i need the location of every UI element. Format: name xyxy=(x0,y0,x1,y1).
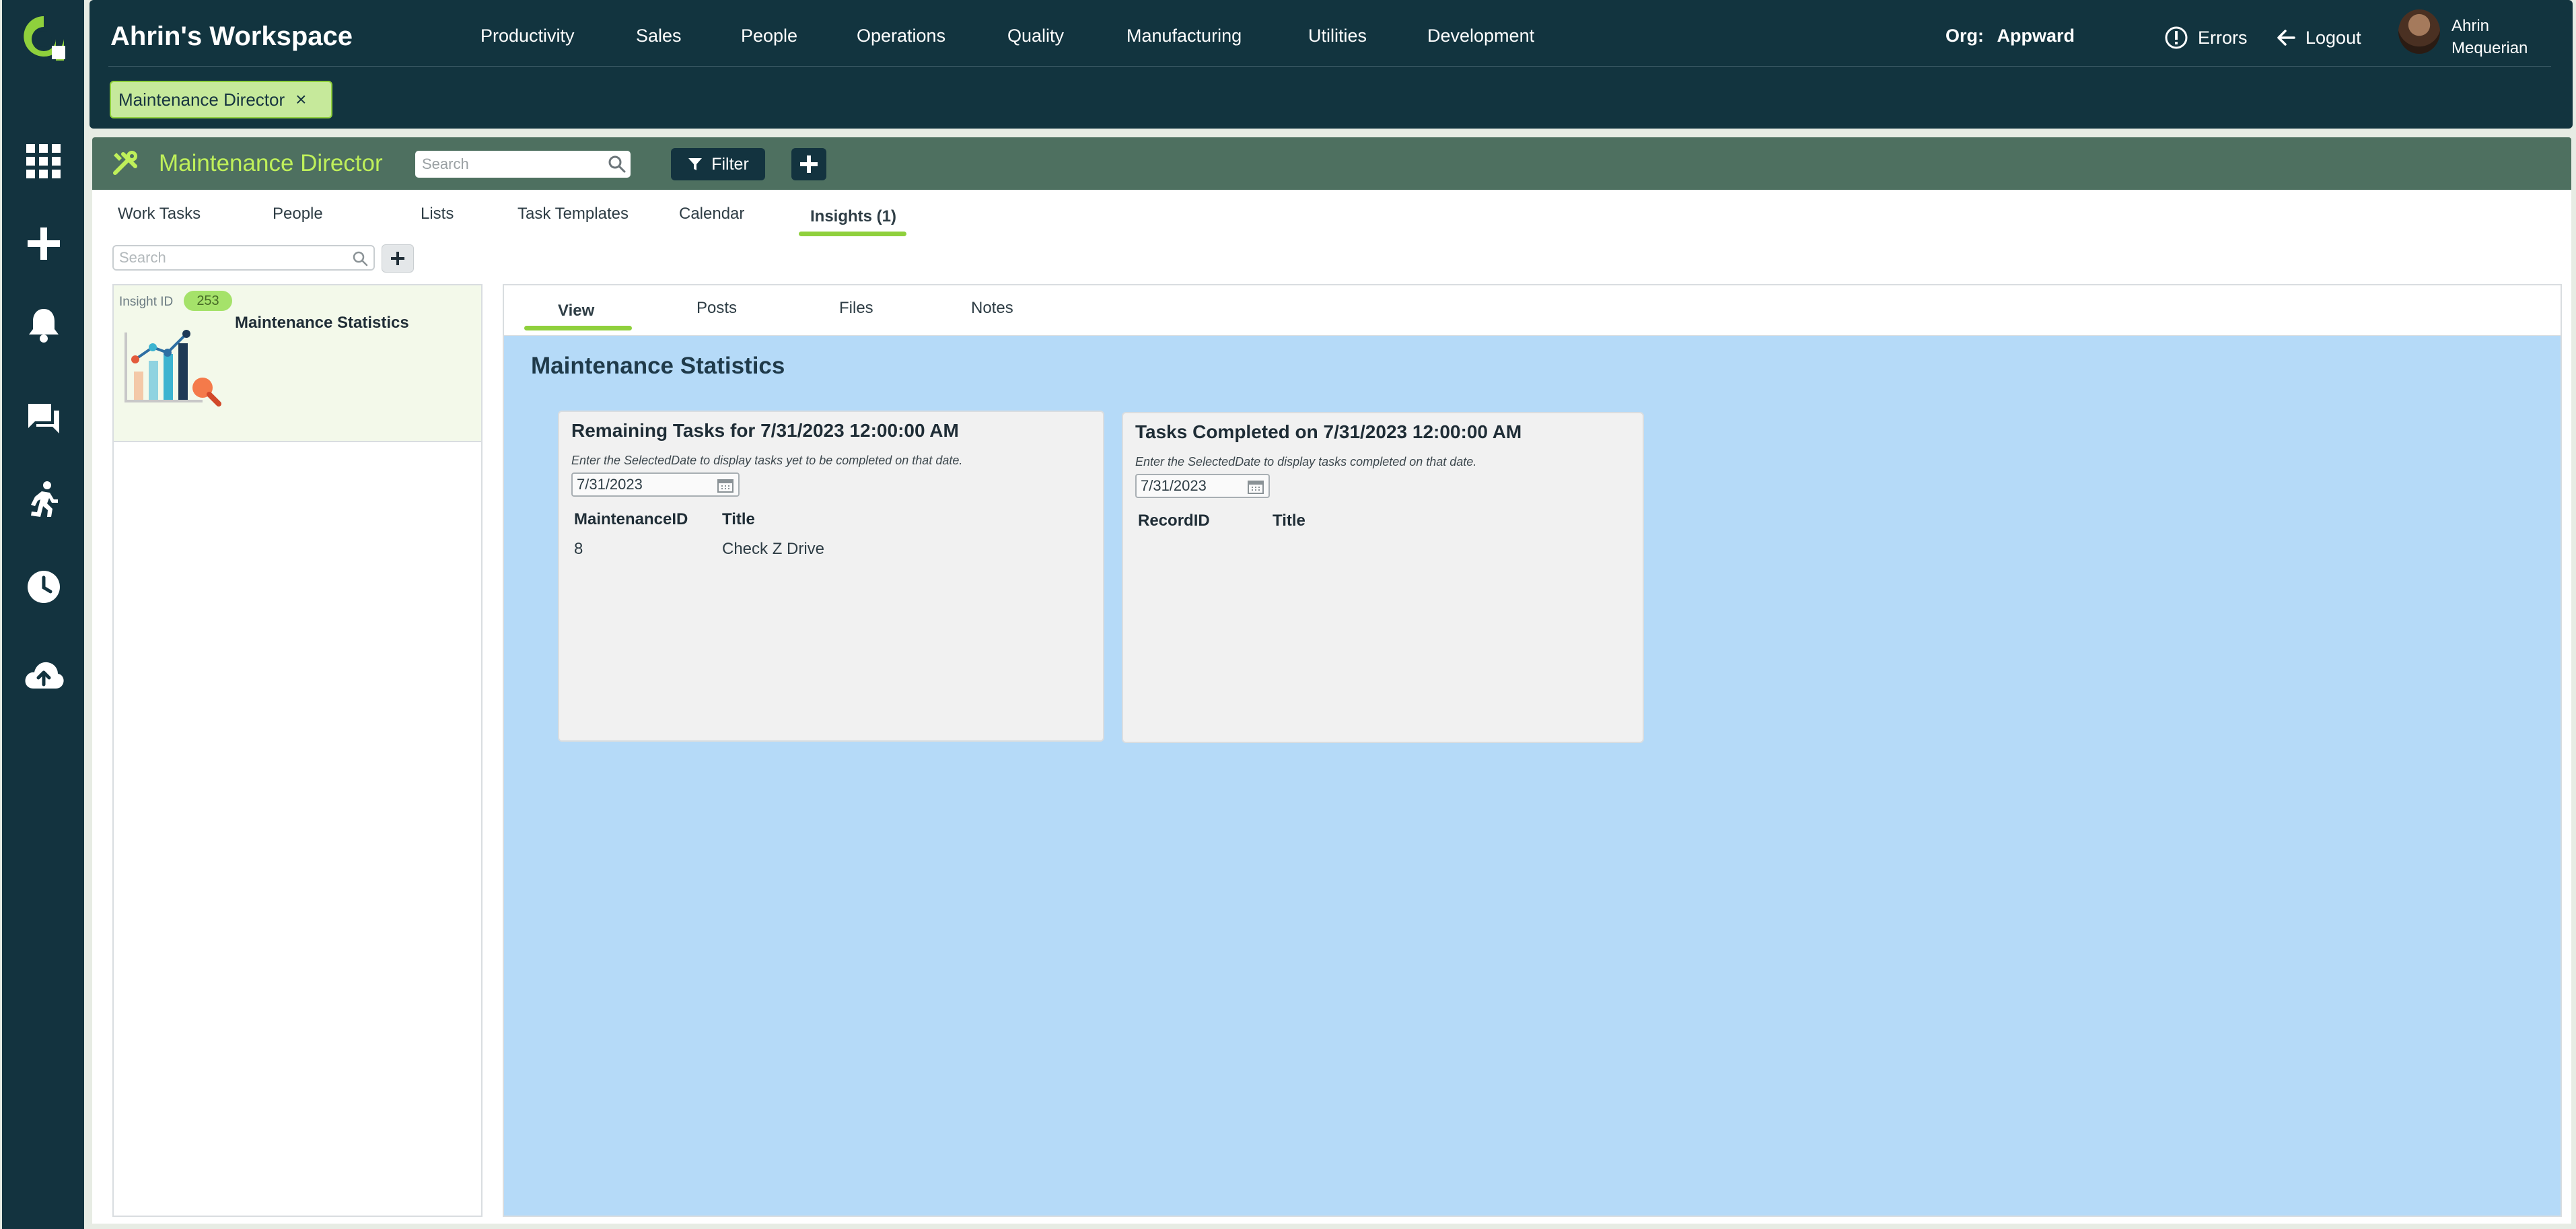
apps-grid-icon[interactable] xyxy=(20,137,68,186)
calendar-icon[interactable] xyxy=(1247,479,1264,495)
nav-development[interactable]: Development xyxy=(1427,26,1534,46)
logout-link[interactable]: Logout xyxy=(2276,24,2361,51)
card-help-text: Enter the SelectedDate to display tasks … xyxy=(571,454,963,467)
errors-link[interactable]: Errors xyxy=(2164,24,2248,51)
open-app-chip-label: Maintenance Director xyxy=(118,89,285,110)
tab-lists[interactable]: Lists xyxy=(421,205,454,223)
card-help-text: Enter the SelectedDate to display tasks … xyxy=(1135,455,1477,468)
insight-name: Maintenance Statistics xyxy=(235,314,409,332)
plus-icon[interactable] xyxy=(20,219,68,268)
clock-icon[interactable] xyxy=(20,563,68,611)
tab-calendar[interactable]: Calendar xyxy=(679,205,744,223)
nav-operations[interactable]: Operations xyxy=(857,26,945,46)
list-item[interactable]: Insight ID 253 Maintenance Statistics xyxy=(114,285,481,442)
remaining-tasks-card: Remaining Tasks for 7/31/2023 12:00:00 A… xyxy=(558,411,1104,742)
arrow-left-icon xyxy=(2277,30,2295,46)
logout-label: Logout xyxy=(2305,27,2361,48)
tab-task-templates[interactable]: Task Templates xyxy=(517,205,629,223)
tab-view[interactable]: View xyxy=(558,302,594,320)
insight-list: Insight ID 253 Maintenance Statistics xyxy=(112,284,482,1217)
nav-quality[interactable]: Quality xyxy=(1007,26,1064,46)
tab-people[interactable]: People xyxy=(273,205,323,223)
list-search-input[interactable]: Search xyxy=(112,245,375,271)
insight-id-label: Insight ID xyxy=(119,295,174,309)
filter-button[interactable]: Filter xyxy=(671,148,765,180)
bell-icon[interactable] xyxy=(20,300,68,349)
tab-work-tasks[interactable]: Work Tasks xyxy=(118,205,201,223)
cloud-upload-icon[interactable] xyxy=(20,650,68,699)
insight-id-badge: 253 xyxy=(184,291,232,311)
avatar[interactable] xyxy=(2398,9,2440,54)
list-search-placeholder: Search xyxy=(119,249,166,266)
plus-icon xyxy=(391,252,404,265)
appward-logo-icon[interactable] xyxy=(20,12,68,65)
errors-label: Errors xyxy=(2198,27,2248,48)
filter-funnel-icon xyxy=(688,158,703,170)
nav-productivity[interactable]: Productivity xyxy=(480,26,575,46)
insight-detail: View Posts Files Notes Maintenance Stati… xyxy=(503,284,2562,1217)
user-first-name: Ahrin xyxy=(2452,17,2490,35)
left-rail xyxy=(2,0,84,1229)
filter-label: Filter xyxy=(711,154,749,174)
main-content: Work Tasks People Lists Task Templates C… xyxy=(92,190,2571,1224)
tab-insights[interactable]: Insights (1) xyxy=(810,207,896,226)
nav-utilities[interactable]: Utilities xyxy=(1308,26,1367,46)
app-search-input[interactable]: Search xyxy=(415,151,631,178)
search-icon[interactable] xyxy=(608,155,627,174)
nav-people[interactable]: People xyxy=(741,26,797,46)
chat-icon[interactable] xyxy=(20,394,68,443)
tools-icon xyxy=(113,151,137,175)
workspace-title: Ahrin's Workspace xyxy=(110,22,353,51)
app-bar: Maintenance Director Search Filter xyxy=(92,137,2571,190)
top-header: Ahrin's Workspace Productivity Sales Peo… xyxy=(90,0,2573,129)
org-selector[interactable]: Org: Appward xyxy=(1945,26,2075,46)
header-divider xyxy=(108,66,2551,67)
selected-date-input[interactable]: 7/31/2023 xyxy=(571,472,740,497)
open-app-chip[interactable]: Maintenance Director × xyxy=(110,81,332,118)
user-last-name: Mequerian xyxy=(2452,39,2528,57)
column-header: Title xyxy=(1273,512,1305,530)
table-cell: 8 xyxy=(574,540,583,558)
nav-sales[interactable]: Sales xyxy=(636,26,682,46)
calendar-icon[interactable] xyxy=(717,477,734,493)
tab-files[interactable]: Files xyxy=(839,299,873,318)
column-header: MaintenanceID xyxy=(574,510,688,528)
column-header: Title xyxy=(722,510,755,528)
detail-tabs: View Posts Files Notes xyxy=(504,285,2561,336)
nav-manufacturing[interactable]: Manufacturing xyxy=(1126,26,1242,46)
search-icon[interactable] xyxy=(352,250,368,267)
org-value: Appward xyxy=(1997,26,2075,46)
add-record-button[interactable] xyxy=(791,148,826,180)
chart-magnifier-icon xyxy=(124,330,221,407)
card-title: Tasks Completed on 7/31/2023 12:00:00 AM xyxy=(1135,421,1522,442)
tab-notes[interactable]: Notes xyxy=(971,299,1013,318)
tab-posts[interactable]: Posts xyxy=(696,299,737,318)
active-detail-tab-indicator xyxy=(524,326,632,330)
insight-title: Maintenance Statistics xyxy=(531,353,785,379)
app-search-placeholder: Search xyxy=(422,155,469,172)
error-circle-icon xyxy=(2165,26,2188,49)
user-name[interactable]: Ahrin Mequerian xyxy=(2452,15,2528,59)
column-header: RecordID xyxy=(1138,512,1210,530)
close-icon[interactable]: × xyxy=(295,89,306,110)
org-label: Org: xyxy=(1945,26,1984,46)
plus-icon xyxy=(800,155,818,173)
completed-tasks-card: Tasks Completed on 7/31/2023 12:00:00 AM… xyxy=(1122,412,1644,743)
selected-date-input[interactable]: 7/31/2023 xyxy=(1135,474,1270,498)
table-cell: Check Z Drive xyxy=(722,540,825,558)
selected-date-value: 7/31/2023 xyxy=(577,476,643,493)
active-tab-indicator xyxy=(799,232,906,236)
add-insight-button[interactable] xyxy=(382,244,414,273)
card-title: Remaining Tasks for 7/31/2023 12:00:00 A… xyxy=(571,420,959,441)
app-title: Maintenance Director xyxy=(159,150,383,176)
running-person-icon[interactable] xyxy=(20,475,68,524)
selected-date-value: 7/31/2023 xyxy=(1141,477,1207,494)
